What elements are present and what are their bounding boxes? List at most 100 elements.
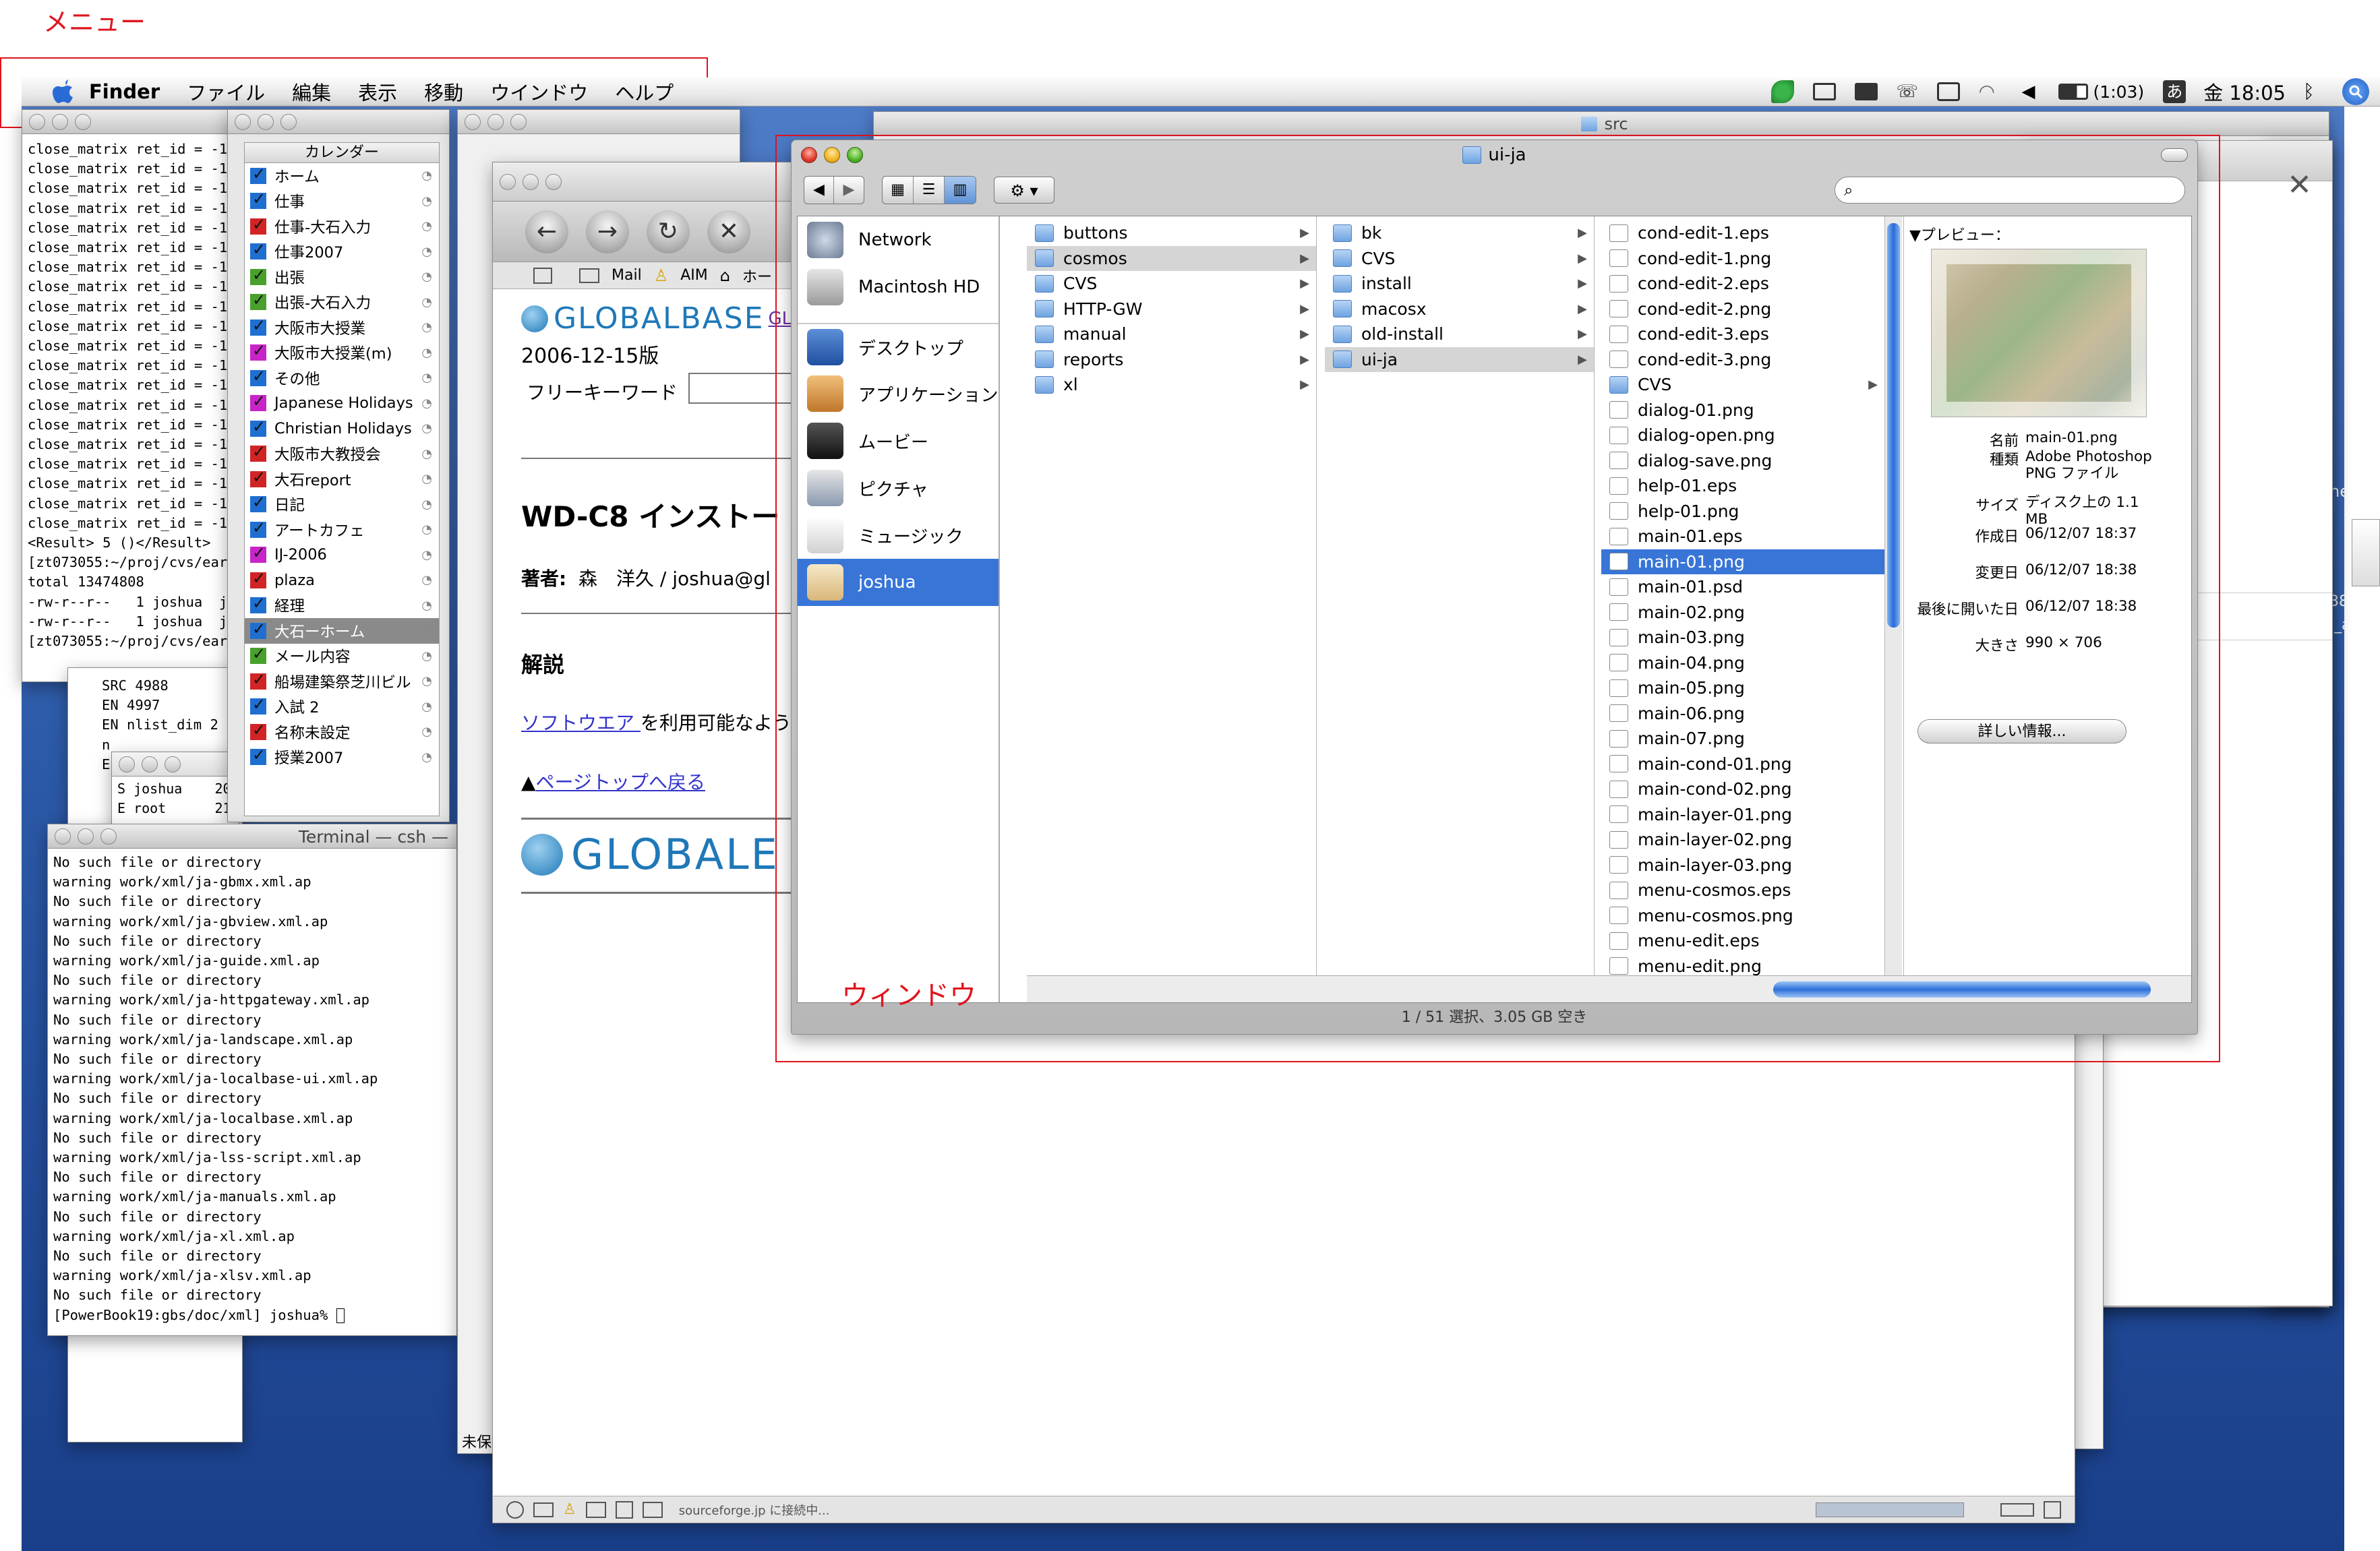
file-item[interactable]: cond-edit-2.png xyxy=(1601,297,1884,322)
minimize-button[interactable] xyxy=(258,113,274,130)
file-item[interactable]: main-04.png xyxy=(1601,650,1884,676)
checkbox[interactable] xyxy=(250,619,266,639)
calendar-item[interactable]: 出張-大石入力 ◔ xyxy=(245,290,439,315)
close-button[interactable] xyxy=(465,113,481,130)
minimize-button[interactable] xyxy=(142,756,158,772)
file-item[interactable]: manual ▶ xyxy=(1027,322,1316,347)
file-item[interactable]: main-05.png xyxy=(1601,675,1884,701)
calendar-item[interactable]: 授業2007 ◔ xyxy=(245,745,439,770)
minimize-button[interactable] xyxy=(78,828,94,845)
composer-icon[interactable] xyxy=(585,1501,606,1518)
file-item[interactable]: bk ▶ xyxy=(1325,220,1594,246)
src-window-titlebar[interactable]: src xyxy=(874,112,2329,136)
zoom-button[interactable] xyxy=(510,113,527,130)
column-3-scrollbar[interactable] xyxy=(1884,216,1902,975)
file-item[interactable]: install ▶ xyxy=(1325,271,1594,297)
finder-window[interactable]: ui-ja ◀ ▶ ▦ ☰ ▥ ⚙ ▾ ⌕ Network Macintosh H… xyxy=(791,140,2198,1035)
checkbox[interactable] xyxy=(250,291,266,311)
back-button[interactable]: ← xyxy=(525,210,568,253)
checkbox[interactable] xyxy=(250,442,266,462)
horizontal-scroll-thumb[interactable] xyxy=(1773,981,2151,998)
file-item[interactable]: ui-ja ▶ xyxy=(1325,346,1594,372)
calendar-item[interactable]: 船場建築祭芝川ビル ◔ xyxy=(245,669,439,694)
checkbox[interactable] xyxy=(250,644,266,665)
checkbox[interactable] xyxy=(250,417,266,437)
file-item[interactable]: old-install ▶ xyxy=(1325,322,1594,347)
file-item[interactable]: main-cond-01.png xyxy=(1601,752,1884,777)
bookmarks-icon[interactable] xyxy=(533,267,552,284)
calendar-item[interactable]: 仕事2007 ◔ xyxy=(245,239,439,265)
checkbox[interactable] xyxy=(250,543,266,564)
chat-icon[interactable] xyxy=(1936,82,1960,101)
volume-icon[interactable]: ◀ xyxy=(2022,82,2042,102)
checkbox[interactable] xyxy=(250,189,266,210)
sidebar-item-music[interactable]: ミュージック xyxy=(798,512,999,559)
file-item[interactable]: main-layer-02.png xyxy=(1601,827,1884,853)
icon-view-button[interactable]: ▦ xyxy=(883,177,914,204)
calendar-header[interactable]: カレンダー xyxy=(245,143,439,163)
menu-edit[interactable]: 編集 xyxy=(292,78,331,106)
file-item[interactable]: help-01.eps xyxy=(1601,473,1884,499)
forward-button[interactable]: → xyxy=(586,210,629,253)
file-item[interactable]: main-01.png xyxy=(1601,549,1884,574)
wifi-icon[interactable]: ◠ xyxy=(1979,82,2006,102)
input-method-icon[interactable]: あ xyxy=(2163,80,2186,103)
close-button[interactable] xyxy=(55,828,71,845)
file-item[interactable]: CVS ▶ xyxy=(1325,246,1594,272)
close-button[interactable] xyxy=(500,173,516,190)
stop-button[interactable]: ✕ xyxy=(707,210,750,253)
app-status-icon[interactable] xyxy=(1771,80,1794,103)
checkbox[interactable] xyxy=(250,594,266,614)
action-menu-button[interactable]: ⚙ ▾ xyxy=(994,177,1054,204)
small-window[interactable]: S joshua 2025 E root 2149 xyxy=(111,752,247,832)
calendar-item[interactable]: Japanese Holidays ◔ xyxy=(245,391,439,417)
checkbox[interactable] xyxy=(250,670,266,690)
calendar-item[interactable]: アートカフェ ◔ xyxy=(245,517,439,543)
mail-icon[interactable] xyxy=(579,268,599,283)
finder-titlebar[interactable]: ui-ja xyxy=(792,140,2197,170)
calendar-item[interactable]: 仕事-大石入力 ◔ xyxy=(245,214,439,239)
aim-icon[interactable]: ♙ xyxy=(563,1501,576,1518)
menu-clock[interactable]: 金 18:05 xyxy=(2203,78,2286,106)
calendar-titlebar[interactable] xyxy=(228,110,449,134)
calendar-item[interactable]: IJ-2006 ◔ xyxy=(245,543,439,568)
terminal-bottom-output[interactable]: No such file or directory warning work/xm… xyxy=(48,849,456,1325)
calendar-item[interactable]: 大石report ◔ xyxy=(245,466,439,492)
zoom-button[interactable] xyxy=(75,113,91,130)
toolbar-toggle-button[interactable] xyxy=(2161,148,2188,162)
column-view-button[interactable]: ▥ xyxy=(945,177,976,204)
checkbox[interactable] xyxy=(250,316,266,336)
bookmark-mail[interactable]: Mail xyxy=(612,267,642,284)
menu-file[interactable]: ファイル xyxy=(187,78,265,106)
close-button[interactable] xyxy=(235,113,251,130)
battery-icon[interactable] xyxy=(2058,84,2088,100)
calendar-item[interactable]: メール内容 ◔ xyxy=(245,644,439,669)
display-icon[interactable] xyxy=(1812,83,1836,100)
scroll-thumb[interactable] xyxy=(1887,223,1900,628)
file-item[interactable]: buttons ▶ xyxy=(1027,220,1316,246)
checkbox[interactable] xyxy=(250,266,266,285)
file-item[interactable]: dialog-open.png xyxy=(1601,423,1884,448)
checkbox[interactable] xyxy=(250,392,266,412)
checkbox[interactable] xyxy=(250,468,266,487)
checkbox[interactable] xyxy=(250,341,266,361)
close-button[interactable] xyxy=(29,113,45,130)
apple-menu-icon[interactable] xyxy=(49,78,76,105)
checkbox[interactable] xyxy=(250,569,266,588)
checkbox[interactable] xyxy=(250,746,266,766)
horizontal-scrollbar[interactable] xyxy=(1027,975,2191,1002)
file-item[interactable]: main-02.png xyxy=(1601,600,1884,626)
checkbox[interactable] xyxy=(250,367,266,386)
file-item[interactable]: menu-cosmos.eps xyxy=(1601,878,1884,903)
menu-help[interactable]: ヘルプ xyxy=(615,78,674,106)
phone-icon[interactable]: ☏ xyxy=(1897,82,1919,102)
calendar-item[interactable]: 仕事 ◔ xyxy=(245,189,439,214)
calendar-item[interactable]: plaza ◔ xyxy=(245,568,439,593)
sidebar-item-hard-disk[interactable]: Macintosh HD xyxy=(798,264,999,311)
aim-icon[interactable]: ♙ xyxy=(654,266,669,285)
menu-view[interactable]: 表示 xyxy=(358,78,397,106)
file-item[interactable]: menu-edit.eps xyxy=(1601,928,1884,954)
file-item[interactable]: CVS ▶ xyxy=(1027,271,1316,297)
checkbox[interactable] xyxy=(250,721,266,740)
desktop-file-icon[interactable] xyxy=(2352,519,2380,586)
